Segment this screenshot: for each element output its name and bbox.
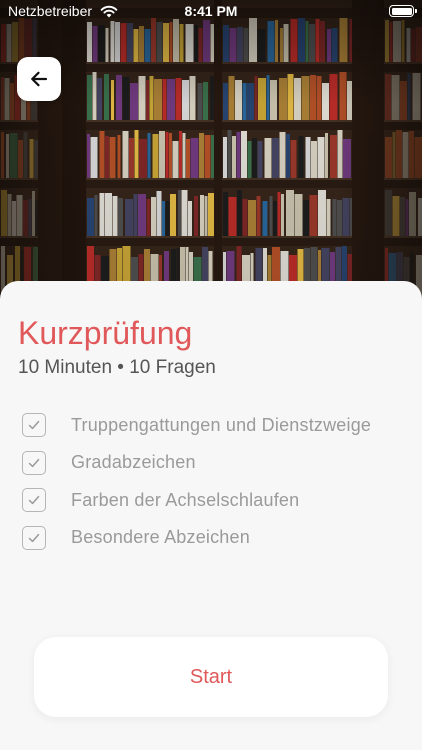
quiz-card: Kurzprüfung 10 Minuten • 10 Fragen Trupp… bbox=[0, 281, 422, 750]
checkmark-icon bbox=[28, 495, 40, 505]
topic-label: Besondere Abzeichen bbox=[71, 527, 250, 547]
back-button[interactable] bbox=[17, 57, 61, 101]
battery-icon bbox=[389, 5, 417, 17]
bookshelf-photo bbox=[0, 0, 422, 300]
status-time: 8:41 PM bbox=[184, 3, 238, 19]
topic-label: Farben der Achselschlaufen bbox=[71, 489, 300, 510]
checkmark-icon bbox=[28, 533, 40, 542]
quiz-title: Kurzprüfung bbox=[18, 315, 193, 351]
quiz-detail-screen: Netzbetreiber 8:41 PM Kurzprüfung 10 Min… bbox=[0, 0, 422, 750]
topic-item[interactable]: Gradabzeichen bbox=[22, 450, 407, 476]
topic-item[interactable]: Farben der Achselschlaufen bbox=[22, 487, 407, 513]
checkmark-icon bbox=[28, 420, 40, 430]
topic-item[interactable]: Besondere Abzeichen bbox=[22, 525, 407, 551]
topic-checkbox[interactable] bbox=[22, 450, 46, 475]
topic-checkbox[interactable] bbox=[22, 525, 46, 550]
topic-label: Truppengattungen und Dienstzweige bbox=[71, 414, 372, 435]
topic-checkbox[interactable] bbox=[22, 488, 46, 512]
checkmark-icon bbox=[28, 458, 40, 467]
start-button[interactable]: Start bbox=[34, 637, 388, 717]
topic-item[interactable]: Truppengattungen und Dienstzweige bbox=[22, 412, 407, 438]
arrow-left-icon bbox=[31, 71, 48, 87]
status-bar: Netzbetreiber 8:41 PM bbox=[0, 0, 422, 24]
topic-list: Truppengattungen und Dienstzweige Gradab… bbox=[22, 412, 407, 562]
start-button-label: Start bbox=[189, 665, 233, 688]
quiz-subtitle: 10 Minuten • 10 Fragen bbox=[18, 357, 216, 378]
topic-label: Gradabzeichen bbox=[71, 452, 196, 472]
topic-checkbox[interactable] bbox=[22, 413, 46, 437]
